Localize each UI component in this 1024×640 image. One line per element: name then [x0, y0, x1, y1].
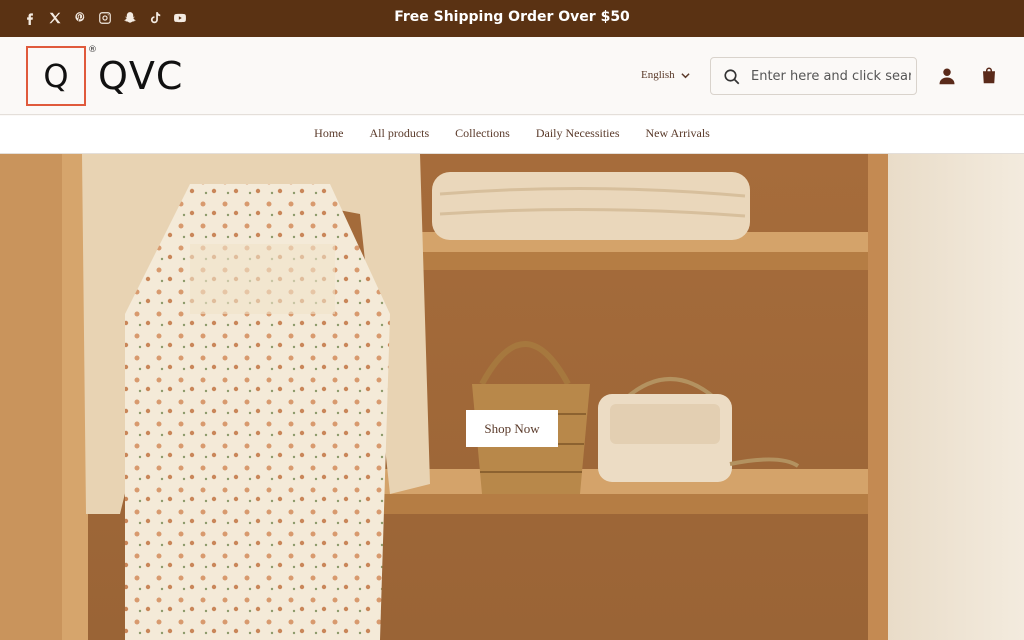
hero-image	[0, 154, 1024, 640]
logo-mark-letter: Q	[43, 57, 69, 95]
search-icon[interactable]	[723, 68, 741, 86]
announcement-bar: Free Shipping Order Over $50	[0, 0, 1024, 37]
hero-banner: Shop Now	[0, 154, 1024, 640]
cart-icon[interactable]	[980, 66, 998, 84]
nav-item-home[interactable]: Home	[314, 126, 343, 141]
main-nav: Home All products Collections Daily Nece…	[0, 116, 1024, 154]
search-input[interactable]	[751, 64, 911, 88]
logo-mark: Q ®	[26, 45, 97, 106]
search-box[interactable]	[710, 57, 917, 95]
logo-text: QVC	[98, 54, 184, 98]
nav-item-daily-necessities[interactable]: Daily Necessities	[536, 126, 620, 141]
nav-item-all-products[interactable]: All products	[370, 126, 430, 141]
nav-item-collections[interactable]: Collections	[455, 126, 510, 141]
site-header: Q ® QVC English	[0, 37, 1024, 115]
language-label: English	[641, 69, 675, 81]
language-selector[interactable]: English	[641, 69, 690, 81]
site-logo[interactable]: Q ® QVC	[26, 45, 184, 106]
chevron-down-icon	[681, 72, 690, 78]
nav-item-new-arrivals[interactable]: New Arrivals	[646, 126, 710, 141]
shop-now-button[interactable]: Shop Now	[466, 410, 558, 447]
account-icon[interactable]	[938, 67, 956, 85]
announcement-text: Free Shipping Order Over $50	[394, 9, 630, 25]
registered-mark: ®	[88, 45, 97, 55]
